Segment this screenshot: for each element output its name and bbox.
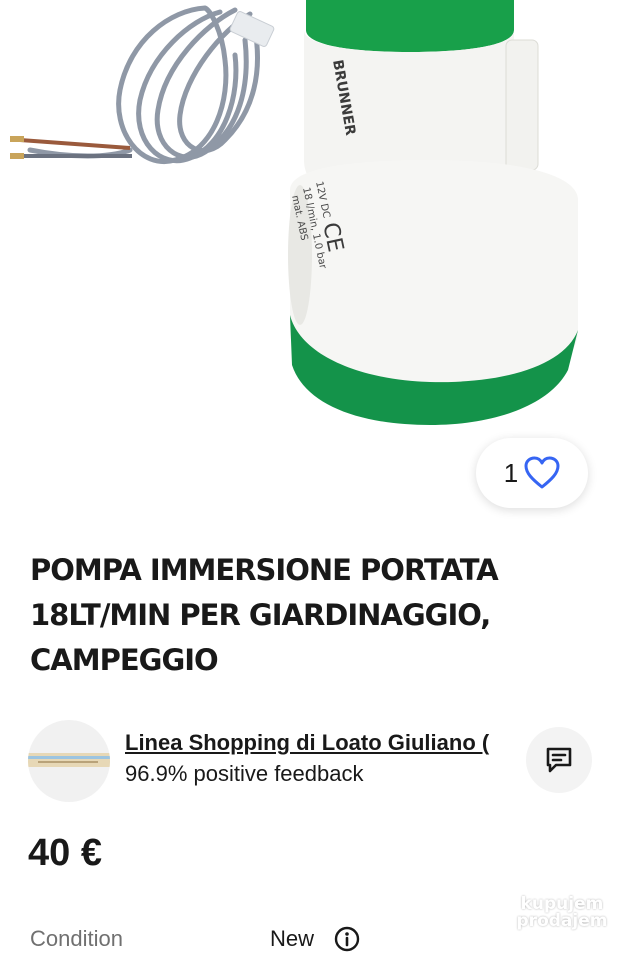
watermark: kupujem prodajem xyxy=(512,896,612,930)
seller-feedback: 96.9% positive feedback xyxy=(125,761,364,786)
cable-coil xyxy=(27,5,260,164)
price: 40 € xyxy=(28,832,102,874)
contact-seller-button[interactable] xyxy=(526,727,592,793)
info-icon[interactable] xyxy=(333,925,361,953)
condition-label: Condition xyxy=(30,926,123,951)
heart-icon xyxy=(524,456,560,489)
seller-avatar[interactable] xyxy=(28,720,110,802)
like-button[interactable]: 1 xyxy=(476,438,588,508)
condition-value: New xyxy=(270,926,315,951)
listing-title: POMPA IMMERSIONE PORTATA 18LT/MIN PER GI… xyxy=(30,553,499,677)
like-count: 1 xyxy=(503,457,519,488)
watermark-line-2: prodajem xyxy=(516,911,608,931)
seller-name-link[interactable]: Linea Shopping di Loato Giuliano ( xyxy=(125,730,525,756)
seller-logo xyxy=(28,753,110,767)
chat-bubble-icon xyxy=(546,747,572,773)
